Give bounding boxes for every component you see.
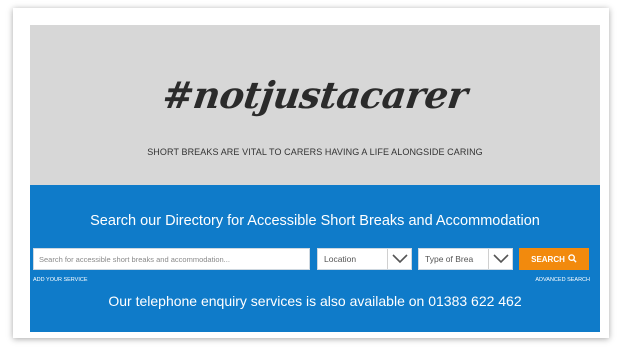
hashtag-title: #notjustacarer [159,73,471,117]
search-input[interactable] [33,248,310,270]
search-icon [568,253,577,265]
search-heading: Search our Directory for Accessible Shor… [90,213,540,229]
location-select-value: Location [324,254,357,264]
chevron-down-icon [488,249,512,269]
search-button-label: SEARCH [531,254,565,264]
search-button[interactable]: SEARCH [519,248,589,270]
break-type-select-value: Type of Brea [425,254,474,264]
break-type-select[interactable]: Type of Brea [418,248,513,270]
advanced-search-link[interactable]: ADVANCED SEARCH [535,277,590,283]
phone-enquiry-text: Our telephone enquiry services is also a… [108,293,522,309]
location-select[interactable]: Location [317,248,412,270]
tagline: SHORT BREAKS ARE VITAL TO CARERS HAVING … [147,147,483,157]
hero-banner: #notjustacarer SHORT BREAKS ARE VITAL TO… [30,25,600,185]
chevron-down-icon [387,249,411,269]
add-your-service-link[interactable]: ADD YOUR SERVICE [33,277,88,283]
search-panel: Search our Directory for Accessible Shor… [30,185,600,332]
